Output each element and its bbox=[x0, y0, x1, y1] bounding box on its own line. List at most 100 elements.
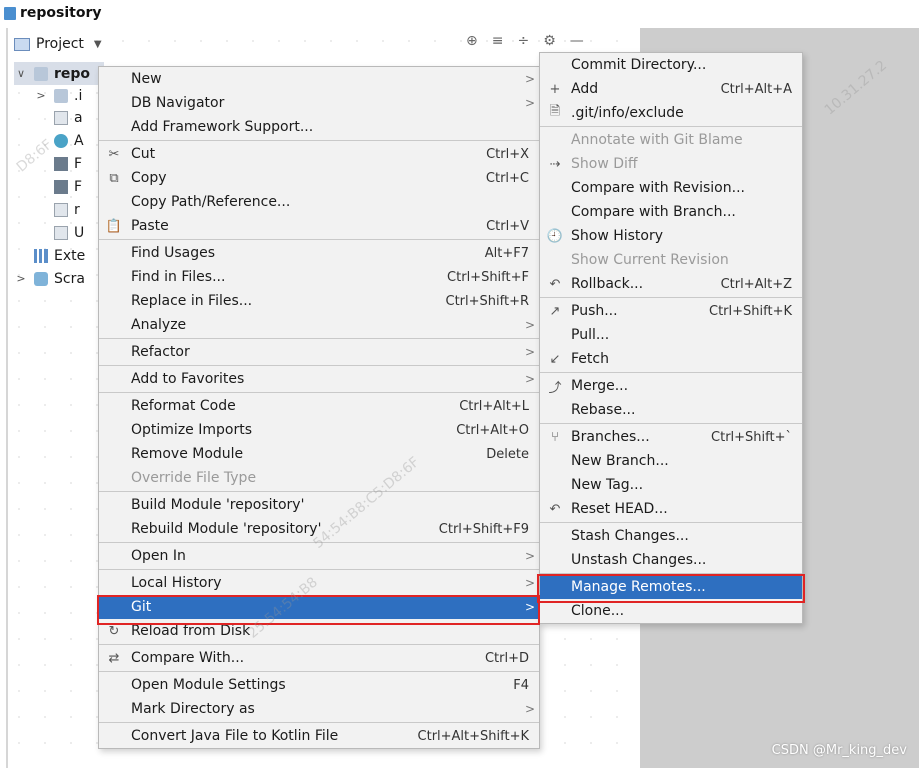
menu-item-copy-path-reference[interactable]: Copy Path/Reference... bbox=[99, 190, 539, 214]
git-menu-item-add[interactable]: + Add Ctrl+Alt+A bbox=[540, 77, 802, 101]
breadcrumb-label: repository bbox=[20, 5, 102, 21]
chevron-icon[interactable]: > bbox=[34, 89, 48, 102]
git-menu-item-annotate-with-git-blame: Annotate with Git Blame bbox=[540, 128, 802, 152]
git-menu-item-manage-remotes[interactable]: Manage Remotes... bbox=[540, 575, 802, 599]
menu-separator bbox=[99, 239, 539, 240]
menu-item-copy[interactable]: ⧉ Copy Ctrl+C bbox=[99, 166, 539, 190]
menu-item-local-history[interactable]: Local History > bbox=[99, 571, 539, 595]
tree-item[interactable]: F bbox=[34, 152, 82, 175]
git-menu-item-rebase[interactable]: Rebase... bbox=[540, 398, 802, 422]
tree-item-label: a bbox=[74, 109, 83, 126]
project-view-title: Project bbox=[36, 36, 84, 52]
menu-item-label: Open Module Settings bbox=[131, 677, 286, 693]
menu-item-label: New bbox=[131, 71, 162, 87]
tree-item[interactable]: ∨ repo bbox=[14, 62, 104, 85]
reload-from-disk-icon: ↻ bbox=[108, 623, 120, 639]
tree-item[interactable]: > .i bbox=[34, 84, 82, 107]
chevron-icon[interactable]: > bbox=[14, 272, 28, 285]
git-menu-item-clone[interactable]: Clone... bbox=[540, 599, 802, 623]
chevron-right-icon: > bbox=[524, 345, 535, 359]
menu-item-replace-in-files[interactable]: Replace in Files... Ctrl+Shift+R bbox=[99, 289, 539, 313]
tree-item[interactable]: r bbox=[34, 198, 80, 221]
git-menu-item-pull[interactable]: Pull... bbox=[540, 323, 802, 347]
shortcut-label: Ctrl+Alt+A bbox=[720, 81, 792, 97]
menu-item-add-framework-support[interactable]: Add Framework Support... bbox=[99, 115, 539, 139]
hide-icon[interactable]: — bbox=[570, 33, 584, 49]
menu-item-git[interactable]: Git > bbox=[99, 595, 539, 619]
git-menu-item-fetch[interactable]: ↙ Fetch bbox=[540, 347, 802, 371]
menu-item-find-in-files[interactable]: Find in Files... Ctrl+Shift+F bbox=[99, 265, 539, 289]
chevron-right-icon: > bbox=[524, 576, 535, 590]
add-icon: + bbox=[549, 81, 561, 97]
git-menu-item-show-current-revision: Show Current Revision bbox=[540, 248, 802, 272]
menu-item-override-file-type: Override File Type bbox=[99, 466, 539, 490]
chevron-right-icon: > bbox=[524, 549, 535, 563]
menu-item-open-module-settings[interactable]: Open Module Settings F4 bbox=[99, 673, 539, 697]
shortcut-label: Ctrl+Shift+F bbox=[447, 269, 529, 285]
project-view-toolbar: ⊕ ≡ ÷ ⚙ — bbox=[466, 33, 584, 49]
credit: CSDN @Mr_king_dev bbox=[771, 743, 907, 758]
git-menu-item-new-branch[interactable]: New Branch... bbox=[540, 449, 802, 473]
tree-item[interactable]: U bbox=[34, 221, 84, 244]
tree-item[interactable]: a bbox=[34, 106, 83, 129]
chevron-right-icon: > bbox=[524, 600, 535, 614]
git-menu-item-branches[interactable]: ⑂ Branches... Ctrl+Shift+` bbox=[540, 425, 802, 449]
breadcrumb[interactable]: repository bbox=[0, 0, 919, 26]
menu-item-rebuild-module-repository[interactable]: Rebuild Module 'repository' Ctrl+Shift+F9 bbox=[99, 517, 539, 541]
menu-item-add-to-favorites[interactable]: Add to Favorites > bbox=[99, 367, 539, 391]
collapse-all-icon[interactable]: ÷ bbox=[517, 33, 529, 49]
menu-item-convert-java-file-to-kotlin-file[interactable]: Convert Java File to Kotlin File Ctrl+Alt… bbox=[99, 724, 539, 748]
menu-item-label: Stash Changes... bbox=[571, 528, 689, 544]
menu-item-remove-module[interactable]: Remove Module Delete bbox=[99, 442, 539, 466]
git-menu-item-commit-directory[interactable]: Commit Directory... bbox=[540, 53, 802, 77]
menu-item-reformat-code[interactable]: Reformat Code Ctrl+Alt+L bbox=[99, 394, 539, 418]
git-menu-item-rollback[interactable]: ↶ Rollback... Ctrl+Alt+Z bbox=[540, 272, 802, 296]
menu-item-new[interactable]: New > bbox=[99, 67, 539, 91]
menu-item-analyze[interactable]: Analyze > bbox=[99, 313, 539, 337]
copy-icon: ⧉ bbox=[109, 170, 119, 186]
shortcut-label: Ctrl+Shift+F9 bbox=[438, 521, 529, 537]
chevron-right-icon: > bbox=[524, 372, 535, 386]
menu-item-build-module-repository[interactable]: Build Module 'repository' bbox=[99, 493, 539, 517]
git-menu-item-merge[interactable]: ⤴ Merge... bbox=[540, 374, 802, 398]
gear-icon[interactable]: ⚙ bbox=[543, 33, 556, 49]
git-menu-item-new-tag[interactable]: New Tag... bbox=[540, 473, 802, 497]
tree-item-label: F bbox=[74, 178, 83, 195]
menu-item-mark-directory-as[interactable]: Mark Directory as > bbox=[99, 697, 539, 721]
menu-item-label: Local History bbox=[131, 575, 222, 591]
menu-item-label: Reset HEAD... bbox=[571, 501, 668, 517]
context-menu: New > DB Navigator > Add Framework Support..… bbox=[98, 66, 540, 749]
git-menu-item-compare-with-branch[interactable]: Compare with Branch... bbox=[540, 200, 802, 224]
git-menu-item-reset-head[interactable]: ↶ Reset HEAD... bbox=[540, 497, 802, 521]
tree-item[interactable]: Exte bbox=[14, 244, 85, 267]
tree-item[interactable]: F bbox=[34, 175, 82, 198]
compare-with-icon: ⇄ bbox=[108, 650, 120, 666]
menu-item-refactor[interactable]: Refactor > bbox=[99, 340, 539, 364]
git-menu-item-git-info-exclude[interactable]: 🗎 .git/info/exclude bbox=[540, 101, 802, 125]
shortcut-label: Delete bbox=[486, 446, 529, 462]
menu-item-label: Rebase... bbox=[571, 402, 636, 418]
chevron-down-icon[interactable]: ▼ bbox=[94, 39, 102, 50]
menu-item-open-in[interactable]: Open In > bbox=[99, 544, 539, 568]
expand-all-icon[interactable]: ≡ bbox=[492, 33, 504, 49]
menu-item-compare-with[interactable]: ⇄ Compare With... Ctrl+D bbox=[99, 646, 539, 670]
menu-item-label: Paste bbox=[131, 218, 169, 234]
git-menu-item-compare-with-revision[interactable]: Compare with Revision... bbox=[540, 176, 802, 200]
chevron-icon[interactable]: ∨ bbox=[14, 67, 28, 80]
git-menu-item-show-history[interactable]: 🕘 Show History bbox=[540, 224, 802, 248]
menu-item-cut[interactable]: ✂ Cut Ctrl+X bbox=[99, 142, 539, 166]
menu-item-label: Mark Directory as bbox=[131, 701, 255, 717]
git-menu-item-unstash-changes[interactable]: Unstash Changes... bbox=[540, 548, 802, 572]
menu-item-db-navigator[interactable]: DB Navigator > bbox=[99, 91, 539, 115]
menu-item-paste[interactable]: 📋 Paste Ctrl+V bbox=[99, 214, 539, 238]
menu-item-reload-from-disk[interactable]: ↻ Reload from Disk bbox=[99, 619, 539, 643]
git-menu-item-stash-changes[interactable]: Stash Changes... bbox=[540, 524, 802, 548]
tree-item[interactable]: > Scra bbox=[14, 267, 85, 290]
menu-item-optimize-imports[interactable]: Optimize Imports Ctrl+Alt+O bbox=[99, 418, 539, 442]
tree-item[interactable]: A bbox=[34, 129, 84, 152]
git-menu-item-push[interactable]: ↗ Push... Ctrl+Shift+K bbox=[540, 299, 802, 323]
locate-icon[interactable]: ⊕ bbox=[466, 33, 478, 49]
menu-item-label: Find Usages bbox=[131, 245, 216, 261]
menu-separator bbox=[99, 722, 539, 723]
menu-item-find-usages[interactable]: Find Usages Alt+F7 bbox=[99, 241, 539, 265]
